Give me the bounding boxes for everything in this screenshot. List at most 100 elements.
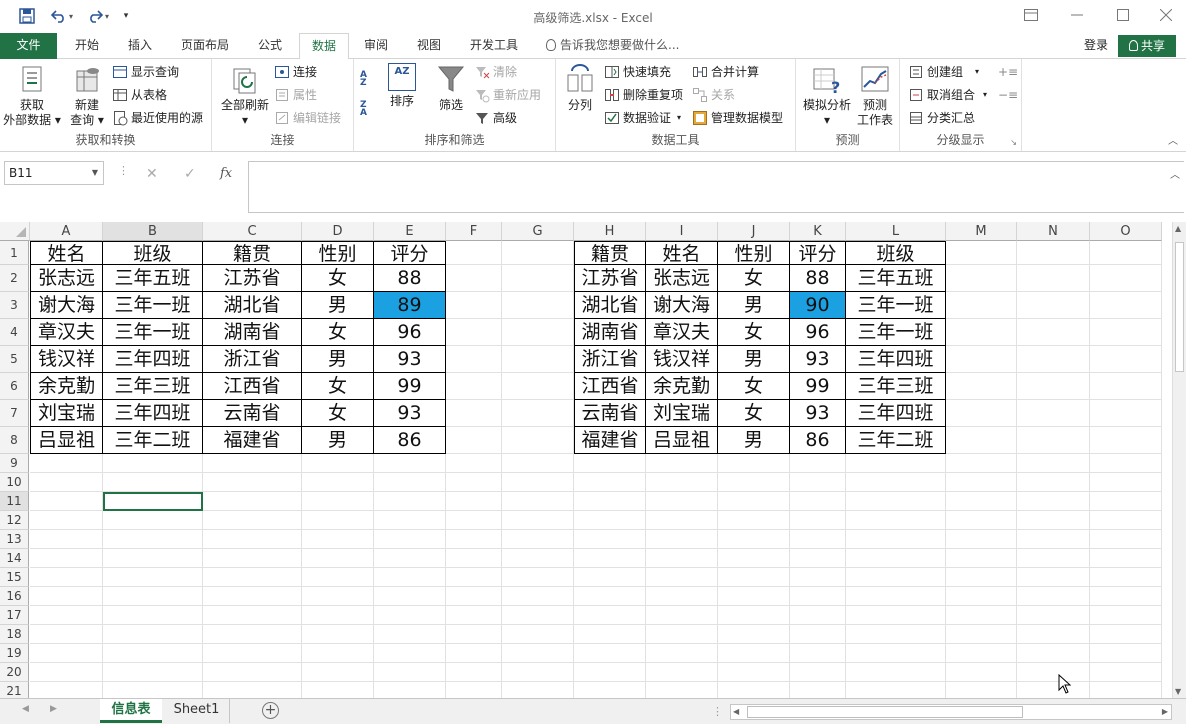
cell-f14[interactable] (446, 549, 502, 568)
cell-i8[interactable]: 吕显祖 (646, 427, 718, 454)
cell-h15[interactable] (574, 568, 646, 587)
cell-o15[interactable] (1090, 568, 1162, 587)
cell-j15[interactable] (718, 568, 790, 587)
cell-f13[interactable] (446, 530, 502, 549)
cell-m18[interactable] (946, 625, 1017, 644)
column-header-f[interactable]: F (446, 222, 502, 241)
cell-f11[interactable] (446, 492, 502, 511)
cell-f21[interactable] (446, 682, 502, 698)
cell-n17[interactable] (1017, 606, 1090, 625)
cell-b11[interactable] (103, 492, 203, 511)
cell-j12[interactable] (718, 511, 790, 530)
cell-j20[interactable] (718, 663, 790, 682)
cell-a9[interactable] (30, 454, 103, 473)
cell-m13[interactable] (946, 530, 1017, 549)
scroll-left-icon[interactable]: ◀ (733, 707, 739, 716)
column-header-b[interactable]: B (103, 222, 203, 241)
cell-i13[interactable] (646, 530, 718, 549)
cell-e8[interactable]: 86 (374, 427, 446, 454)
cell-m10[interactable] (946, 473, 1017, 492)
column-header-l[interactable]: L (846, 222, 946, 241)
cell-g6[interactable] (502, 373, 574, 400)
cell-j2[interactable]: 女 (718, 265, 790, 292)
column-header-m[interactable]: M (946, 222, 1017, 241)
cell-f16[interactable] (446, 587, 502, 606)
cell-e13[interactable] (374, 530, 446, 549)
cell-k15[interactable] (790, 568, 846, 587)
cell-d19[interactable] (302, 644, 374, 663)
cell-h21[interactable] (574, 682, 646, 698)
undo-icon[interactable]: ▾ (48, 6, 76, 26)
cell-c20[interactable] (203, 663, 302, 682)
connections-button[interactable]: 连接 (274, 62, 317, 82)
row-header-7[interactable]: 7 (0, 400, 29, 427)
hide-detail-icon[interactable]: −≡ (998, 85, 1018, 105)
cell-n10[interactable] (1017, 473, 1090, 492)
cell-o12[interactable] (1090, 511, 1162, 530)
cell-m4[interactable] (946, 319, 1017, 346)
cell-m9[interactable] (946, 454, 1017, 473)
name-box-dropdown-icon[interactable]: ▼ (92, 162, 98, 184)
cell-e11[interactable] (374, 492, 446, 511)
cell-j17[interactable] (718, 606, 790, 625)
redo-icon[interactable]: ▾ (84, 6, 112, 26)
show-queries-button[interactable]: 显示查询 (112, 62, 179, 82)
name-box[interactable]: B11 ▼ (4, 161, 104, 185)
cell-d16[interactable] (302, 587, 374, 606)
refresh-all-button[interactable]: 全部刷新 ▾ (218, 63, 272, 128)
cell-f7[interactable] (446, 400, 502, 427)
cell-m3[interactable] (946, 292, 1017, 319)
cell-e3[interactable]: 89 (374, 292, 446, 319)
cell-n21[interactable] (1017, 682, 1090, 698)
cell-j6[interactable]: 女 (718, 373, 790, 400)
cell-g4[interactable] (502, 319, 574, 346)
column-header-g[interactable]: G (502, 222, 574, 241)
cell-h10[interactable] (574, 473, 646, 492)
cell-h4[interactable]: 湖南省 (574, 319, 646, 346)
cell-d2[interactable]: 女 (302, 265, 374, 292)
cell-j4[interactable]: 女 (718, 319, 790, 346)
cell-l1[interactable]: 班级 (846, 241, 946, 265)
cell-i16[interactable] (646, 587, 718, 606)
cell-b3[interactable]: 三年一班 (103, 292, 203, 319)
cell-c2[interactable]: 江苏省 (203, 265, 302, 292)
cell-a18[interactable] (30, 625, 103, 644)
cell-a8[interactable]: 吕显祖 (30, 427, 103, 454)
properties-button[interactable]: 属性 (274, 85, 317, 105)
cell-c4[interactable]: 湖南省 (203, 319, 302, 346)
insert-function-icon[interactable]: fx (220, 166, 232, 181)
cell-g15[interactable] (502, 568, 574, 587)
row-header-14[interactable]: 14 (0, 549, 29, 568)
cell-o17[interactable] (1090, 606, 1162, 625)
cell-e1[interactable]: 评分 (374, 241, 446, 265)
cell-j14[interactable] (718, 549, 790, 568)
cell-i2[interactable]: 张志远 (646, 265, 718, 292)
cell-k4[interactable]: 96 (790, 319, 846, 346)
cell-n8[interactable] (1017, 427, 1090, 454)
cell-m5[interactable] (946, 346, 1017, 373)
cell-n11[interactable] (1017, 492, 1090, 511)
cell-b21[interactable] (103, 682, 203, 698)
cell-o3[interactable] (1090, 292, 1162, 319)
cell-m17[interactable] (946, 606, 1017, 625)
cell-d13[interactable] (302, 530, 374, 549)
cell-e18[interactable] (374, 625, 446, 644)
cell-g11[interactable] (502, 492, 574, 511)
row-header-21[interactable]: 21 (0, 682, 29, 698)
cell-b13[interactable] (103, 530, 203, 549)
cell-l7[interactable]: 三年四班 (846, 400, 946, 427)
cell-a6[interactable]: 余克勤 (30, 373, 103, 400)
cell-h2[interactable]: 江苏省 (574, 265, 646, 292)
cell-d11[interactable] (302, 492, 374, 511)
cell-e21[interactable] (374, 682, 446, 698)
cell-a13[interactable] (30, 530, 103, 549)
cell-e5[interactable]: 93 (374, 346, 446, 373)
cell-d4[interactable]: 女 (302, 319, 374, 346)
row-header-12[interactable]: 12 (0, 511, 29, 530)
cell-m7[interactable] (946, 400, 1017, 427)
cell-h14[interactable] (574, 549, 646, 568)
cell-g8[interactable] (502, 427, 574, 454)
recent-sources-button[interactable]: 最近使用的源 (112, 108, 203, 128)
filter-button[interactable]: 筛选 (432, 63, 470, 113)
cell-k12[interactable] (790, 511, 846, 530)
